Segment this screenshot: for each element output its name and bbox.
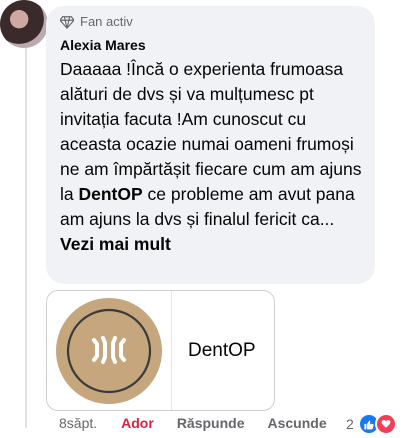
fan-badge: Fan activ — [60, 14, 133, 29]
comment-bubble: Fan activ Alexia Mares Daaaaa !Încă o ex… — [46, 6, 375, 284]
reaction-count: 2 — [346, 416, 354, 432]
dentop-logo — [47, 291, 172, 410]
reaction-summary[interactable]: 2 — [346, 413, 397, 435]
comment-actions: 8săpt. Ador Răspunde Ascunde — [59, 415, 350, 431]
avatar[interactable] — [0, 0, 48, 48]
logo-circle — [56, 297, 162, 404]
thread-line — [25, 48, 27, 428]
diamond-icon — [60, 15, 74, 29]
comment-brand: DentOP — [78, 184, 143, 204]
comment-text: Daaaaa !Încă o experienta frumoasa alătu… — [60, 57, 366, 257]
link-card[interactable]: DentOP — [46, 290, 275, 411]
like-button[interactable]: Ador — [121, 415, 154, 431]
see-more-link[interactable]: Vezi mai mult — [60, 234, 171, 254]
heart-icon — [374, 413, 397, 435]
author-name[interactable]: Alexia Mares — [60, 37, 146, 53]
reply-button[interactable]: Răspunde — [177, 415, 245, 431]
comment-text-start: Daaaaa !Încă o experienta frumoasa alătu… — [60, 59, 362, 204]
teeth-logo-icon — [66, 308, 152, 393]
badge-label: Fan activ — [80, 14, 133, 29]
link-card-title[interactable]: DentOP — [172, 291, 256, 410]
timestamp[interactable]: 8săpt. — [59, 415, 97, 431]
hide-button[interactable]: Ascunde — [268, 415, 327, 431]
